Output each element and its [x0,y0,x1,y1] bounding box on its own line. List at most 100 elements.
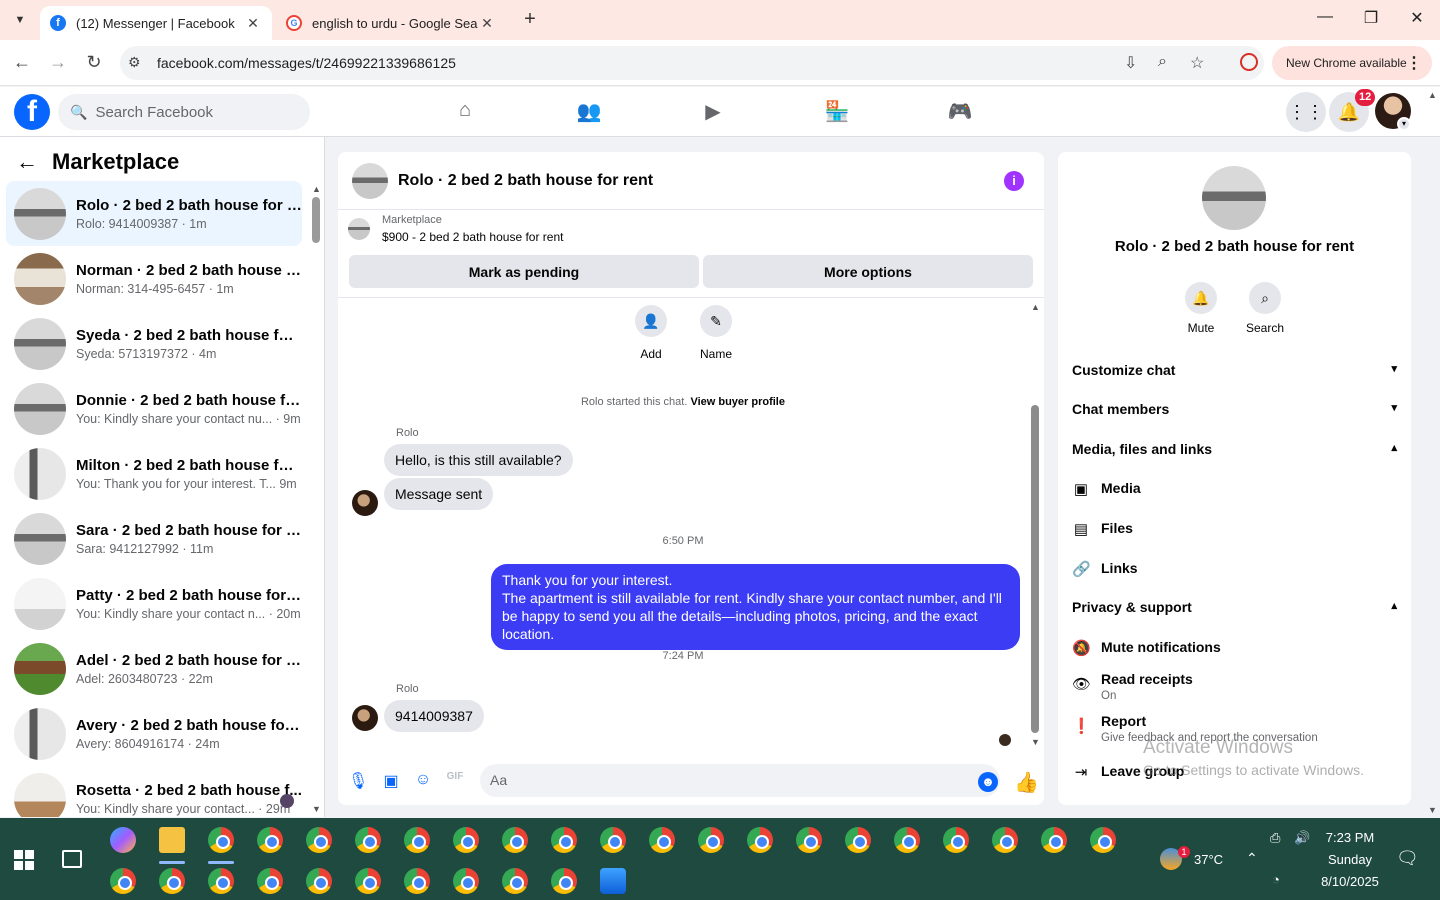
scroll-up-icon[interactable]: ▲ [312,184,321,194]
facebook-search-input[interactable]: 🔍 Search Facebook [58,94,310,130]
gif-icon[interactable]: GIF [445,771,465,791]
chrome-taskbar-icon[interactable] [306,868,332,894]
sender-avatar[interactable] [352,705,378,731]
chrome-taskbar-icon[interactable] [208,868,234,894]
mute-notifications-item[interactable]: 🔕 Mute notifications [1072,639,1397,657]
clock-time[interactable]: 7:23 PM [1310,830,1390,845]
chat-avatar[interactable] [352,162,388,199]
chrome-taskbar-icon[interactable] [355,827,381,853]
clock-day[interactable]: Sunday [1310,852,1390,867]
sender-avatar[interactable] [352,490,378,516]
incoming-message[interactable]: 9414009387 [384,700,484,732]
read-receipts-item[interactable]: 👁 Read receipts On [1072,671,1397,702]
chrome-taskbar-icon[interactable] [796,827,822,853]
chrome-taskbar-icon[interactable] [355,868,381,894]
clock-date[interactable]: 8/10/2025 [1310,874,1390,889]
chrome-taskbar-icon[interactable] [453,827,479,853]
search-conversation-button[interactable]: ⌕ Search [1235,282,1295,335]
zoom-icon[interactable]: ⌕ [1158,53,1167,71]
wifi-icon[interactable]: ◔ [1272,872,1280,887]
friends-icon[interactable]: 👥 [574,99,604,125]
chrome-update-button[interactable]: New Chrome available ⋮ [1272,46,1432,80]
marketplace-icon[interactable]: 🏪 [822,99,852,125]
mark-as-pending-button[interactable]: Mark as pending [349,255,699,288]
links-item[interactable]: 🔗 Links [1072,560,1397,578]
new-tab-button[interactable]: + [518,8,542,31]
chrome-taskbar-icon[interactable] [698,827,724,853]
conversation-item[interactable]: Rolo · 2 bed 2 bath house for rent Rolo: … [6,181,302,246]
privacy-support-section[interactable]: Privacy & support ▴ [1072,599,1397,615]
conversation-item[interactable]: Rosetta · 2 bed 2 bath house f... You: Ki… [6,766,302,817]
close-tab-icon[interactable]: ✕ [244,15,262,32]
chrome-taskbar-icon[interactable] [257,868,283,894]
sticker-icon[interactable]: ☺ [413,771,433,791]
chrome-taskbar-icon[interactable] [453,868,479,894]
chat-scroll-up-icon[interactable]: ▲ [1031,302,1040,312]
tab-search-button[interactable]: ▼ [8,8,32,32]
conversation-item[interactable]: Donnie · 2 bed 2 bath house for... You: K… [6,376,302,441]
chrome-taskbar-icon[interactable] [845,827,871,853]
tray-chevron-up-icon[interactable]: ⌃ [1246,850,1258,867]
inbox-scrollbar[interactable] [312,197,320,243]
task-view-icon[interactable] [62,850,82,868]
more-options-button[interactable]: More options [703,255,1033,288]
mute-button[interactable]: 🔔 Mute [1171,282,1231,335]
outgoing-message[interactable]: Thank you for your interest. The apartme… [491,564,1020,650]
close-window-icon[interactable]: ✕ [1402,8,1432,28]
account-caret-icon[interactable]: ▾ [1397,117,1411,131]
chrome-taskbar-icon[interactable] [404,827,430,853]
chrome-taskbar-icon[interactable] [551,827,577,853]
back-arrow-icon[interactable]: ← [16,149,38,175]
volume-icon[interactable]: 🔊 [1294,830,1310,846]
chrome-taskbar-icon[interactable] [551,868,577,894]
listing-summary[interactable]: Marketplace $900 - 2 bed 2 bath house fo… [348,214,563,244]
conversation-item[interactable]: Sara · 2 bed 2 bath house for rent Sara: … [6,506,302,571]
bookmark-star-icon[interactable]: ☆ [1190,53,1204,73]
photo-icon[interactable]: ▣ [381,771,401,791]
chrome-taskbar-icon[interactable] [404,868,430,894]
conversation-item[interactable]: Syeda · 2 bed 2 bath house for r... Syeda… [6,311,302,376]
maximize-icon[interactable]: ❐ [1356,8,1386,28]
reload-icon[interactable]: ↻ [82,52,106,73]
message-input[interactable]: Aa [480,764,1000,797]
conversation-item[interactable]: Norman · 2 bed 2 bath house fo... Norman:… [6,246,302,311]
tab-messenger[interactable]: f (12) Messenger | Facebook ✕ [40,6,272,40]
copilot-taskbar-icon[interactable] [110,827,136,853]
scroll-down-icon[interactable]: ▼ [312,804,321,814]
conversation-item[interactable]: Avery · 2 bed 2 bath house for r... Avery… [6,701,302,766]
emoji-icon[interactable]: ☻ [978,772,998,792]
close-tab-icon[interactable]: ✕ [478,15,496,32]
chrome-taskbar-icon[interactable] [110,868,136,894]
tab-google-search[interactable]: G english to urdu - Google Search ✕ [276,6,506,40]
gaming-icon[interactable]: 🎮 [945,99,975,125]
weather-widget[interactable]: 37°C [1160,848,1223,870]
chrome-taskbar-icon[interactable] [502,868,528,894]
media-files-links-section[interactable]: Media, files and links ▴ [1072,441,1397,457]
photos-taskbar-icon[interactable] [600,868,626,894]
address-bar[interactable]: ⚙ facebook.com/messages/t/24699221339686… [120,46,1264,80]
chrome-taskbar-icon[interactable] [992,827,1018,853]
more-menu-icon[interactable]: ⋮ [1406,53,1422,73]
video-icon[interactable]: ▶ [698,99,728,125]
edit-name-button[interactable]: ✎ Name [686,305,746,361]
facebook-logo-icon[interactable]: f [14,94,50,130]
site-info-icon[interactable]: ⚙ [128,54,141,71]
meet-now-icon[interactable]: ⎙ [1270,830,1280,846]
conversation-item[interactable]: Patty · 2 bed 2 bath house for re... You:… [6,571,302,636]
incoming-message[interactable]: Message sent [384,478,494,510]
minimize-icon[interactable]: — [1310,8,1340,26]
chrome-taskbar-icon[interactable] [159,868,185,894]
install-app-icon[interactable]: ⇩ [1124,53,1137,73]
info-icon[interactable]: i [1004,171,1024,191]
chrome-taskbar-icon[interactable] [502,827,528,853]
chat-title[interactable]: Rolo · 2 bed 2 bath house for rent [398,172,653,190]
view-buyer-profile-link[interactable]: View buyer profile [690,396,785,408]
conversation-item[interactable]: Adel · 2 bed 2 bath house for rent Adel: … [6,636,302,701]
chat-members-section[interactable]: Chat members ▾ [1072,401,1397,417]
chat-scroll-down-icon[interactable]: ▼ [1031,737,1040,747]
page-scroll-down-icon[interactable]: ▼ [1428,805,1437,815]
chrome-taskbar-icon[interactable] [600,827,626,853]
chrome-taskbar-icon[interactable] [1090,827,1116,853]
page-scroll-up-icon[interactable]: ▲ [1428,90,1437,100]
incoming-message[interactable]: Hello, is this still available? [384,444,573,476]
